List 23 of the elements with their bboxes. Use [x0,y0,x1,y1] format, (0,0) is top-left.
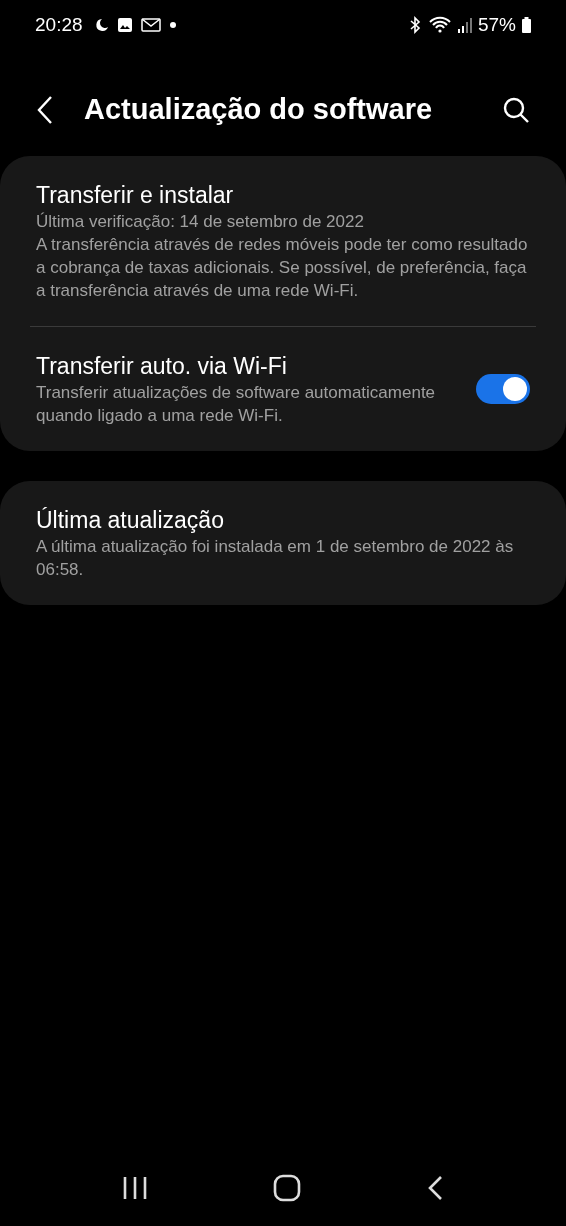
battery-icon [522,17,531,33]
back-icon[interactable] [36,95,54,125]
recent-apps-icon[interactable] [122,1175,149,1201]
status-time: 20:28 [35,12,83,37]
item-description: Última verificação: 14 de setembro de 2022 [36,211,365,233]
item-description: A última atualização foi instalada em 1 de setembro de 2022 às 06:58. [36,536,515,581]
item-description: Transferir atualizações de software automaticamente quando ligado a uma rede Wi-Fi. [36,382,437,427]
page-title: Actualização do software [84,92,433,128]
image-icon [116,17,133,33]
wifi-icon [427,16,452,34]
mail-icon [140,18,161,32]
battery-percent: 57% [477,12,516,37]
item-title: Transferir auto. via Wi-Fi [36,352,288,381]
signal-icon [457,17,472,33]
item-title: Última atualização [36,506,225,535]
search-icon[interactable] [502,96,530,124]
home-icon[interactable] [273,1174,301,1202]
settings-item[interactable]: Transferir auto. via Wi-Fi Transferir atualizações de software automaticamente quando ligado a uma rede Wi-Fi. [0,327,566,451]
item-title: Transferir e instalar [36,181,235,210]
item-description: A transferência através de redes móveis pode ter como resultado a cobrança de taxas adicionais. Se possível, de preferência, faça a transferência através de uma rede Wi-Fi. [36,234,529,302]
settings-item[interactable]: Última atualização A última atualização foi instalada em 1 de setembro de 2022 às 06:58. [0,481,566,605]
dot-icon [168,21,177,29]
toggle-switch[interactable] [476,374,530,404]
